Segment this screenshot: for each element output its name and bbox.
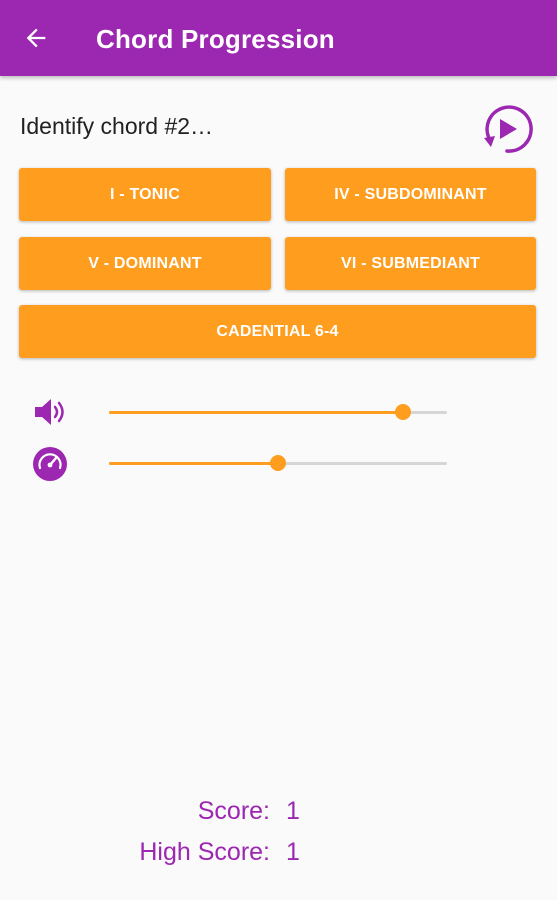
volume-icon	[35, 399, 64, 425]
score-value: 1	[286, 797, 300, 825]
page-title: Chord Progression	[96, 24, 335, 54]
volume-slider-thumb[interactable]	[395, 404, 412, 420]
submediant-button[interactable]: VI - SUBMEDIANT	[285, 237, 536, 290]
cadential-six-four-button[interactable]: CADENTIAL 6-4	[19, 305, 536, 358]
subdominant-button[interactable]: IV - SUBDOMINANT	[285, 168, 536, 221]
high-score-value: 1	[286, 838, 300, 866]
back-arrow-icon[interactable]	[22, 24, 50, 52]
replay-play-icon[interactable]	[478, 100, 536, 158]
tempo-slider[interactable]	[109, 453, 447, 473]
volume-slider-fill	[109, 411, 404, 414]
high-score-label: High Score:	[139, 838, 270, 866]
tempo-slider-fill	[109, 462, 278, 465]
tonic-button[interactable]: I - TONIC	[19, 168, 271, 221]
question-prompt: Identify chord #2…	[20, 113, 214, 139]
volume-slider[interactable]	[109, 402, 447, 422]
dominant-button[interactable]: V - DOMINANT	[19, 237, 271, 290]
app-bar: Chord Progression	[0, 0, 557, 76]
tempo-slider-thumb[interactable]	[270, 455, 286, 471]
tempo-gauge-icon	[33, 447, 67, 481]
score-label: Score:	[197, 797, 270, 825]
